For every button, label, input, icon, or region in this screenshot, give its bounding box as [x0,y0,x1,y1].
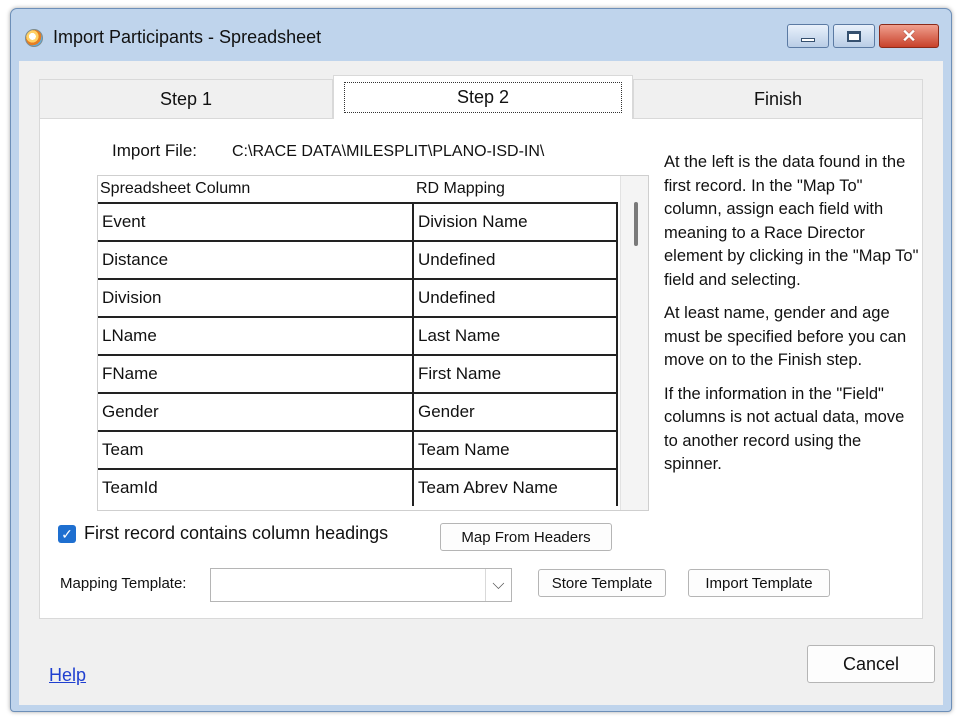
column-header-rd-mapping: RD Mapping [416,180,505,197]
rd-mapping-cell[interactable]: Undefined [412,242,618,278]
table-row[interactable]: LName Last Name [98,316,618,354]
column-header-spreadsheet-column: Spreadsheet Column [100,180,251,197]
step-2-panel: Import File: C:\RACE DATA\MILESPLIT\PLAN… [39,119,923,619]
step-tabs: Step 1 Step 2 Finish [39,75,923,119]
rd-mapping-cell[interactable]: Last Name [412,318,618,354]
close-button[interactable]: ✕ [879,24,939,48]
table-row[interactable]: TeamId Team Abrev Name [98,468,618,506]
dialog-client-area: Step 1 Step 2 Finish Import File: C:\RAC… [19,61,943,705]
minimize-icon [801,38,815,42]
instructions-paragraph-1: At the left is the data found in the fir… [664,153,919,289]
grid-header: Spreadsheet Column RD Mapping [98,176,618,202]
import-dialog-window: Import Participants - Spreadsheet ✕ Step… [10,8,952,712]
tab-finish-label: Finish [753,88,802,109]
rd-mapping-cell[interactable]: First Name [412,356,618,392]
chevron-down-icon[interactable]: ⌵ [485,569,511,601]
window-title: Import Participants - Spreadsheet [53,27,322,47]
spreadsheet-column-cell: FName [102,364,158,383]
tab-step-2[interactable]: Step 2 [333,75,633,119]
title-bar[interactable]: Import Participants - Spreadsheet ✕ [11,9,951,61]
spreadsheet-column-cell: Distance [102,250,169,269]
scrollbar-thumb[interactable] [634,202,638,246]
spreadsheet-column-cell: Division [102,288,162,307]
import-file-label: Import File: [112,141,198,160]
spreadsheet-column-cell: Gender [102,402,159,421]
mapping-template-label: Mapping Template: [60,575,187,592]
mapping-grid: Spreadsheet Column RD Mapping Event Divi… [97,175,649,511]
rd-mapping-cell[interactable]: Team Abrev Name [412,470,618,506]
cancel-button[interactable]: Cancel [807,645,935,683]
grid-rows: Event Division Name Distance Undefined D… [98,202,618,506]
instructions-text: At the left is the data found in the fir… [664,151,920,487]
table-row[interactable]: Distance Undefined [98,240,618,278]
spreadsheet-column-cell: TeamId [102,478,158,497]
spreadsheet-column-cell: Event [102,212,146,231]
instructions-paragraph-2: At least name, gender and age must be sp… [664,304,907,369]
table-row[interactable]: Team Team Name [98,430,618,468]
table-row[interactable]: FName First Name [98,354,618,392]
tab-step-2-label: Step 2 [343,82,623,113]
first-record-headings-checkbox[interactable]: ✓ [58,525,76,543]
map-from-headers-button[interactable]: Map From Headers [440,523,612,551]
rd-mapping-cell[interactable]: Undefined [412,280,618,316]
instructions-paragraph-3: If the information in the "Field" column… [664,384,905,474]
tab-step-1[interactable]: Step 1 [39,79,333,119]
import-file-path: C:\RACE DATA\MILESPLIT\PLANO-ISD-IN\ [232,143,545,160]
help-link[interactable]: Help [49,665,86,686]
store-template-button[interactable]: Store Template [538,569,666,597]
rd-mapping-cell[interactable]: Gender [412,394,618,430]
spreadsheet-column-cell: LName [102,326,157,345]
minimize-button[interactable] [787,24,829,48]
table-row[interactable]: Gender Gender [98,392,618,430]
maximize-icon [847,30,861,42]
table-row[interactable]: Event Division Name [98,202,618,240]
rd-mapping-cell[interactable]: Team Name [412,432,618,468]
rd-mapping-cell[interactable]: Division Name [412,204,618,240]
first-record-headings-label[interactable]: First record contains column headings [84,523,388,544]
race-director-icon [25,29,43,47]
maximize-button[interactable] [833,24,875,48]
mapping-template-combo[interactable]: ⌵ [210,568,512,602]
close-icon: ✕ [901,26,917,46]
spreadsheet-column-cell: Team [102,440,144,459]
tab-step-1-label: Step 1 [159,88,213,109]
tab-finish[interactable]: Finish [633,79,923,119]
import-template-button[interactable]: Import Template [688,569,830,597]
table-row[interactable]: Division Undefined [98,278,618,316]
grid-vertical-scrollbar[interactable] [620,176,648,510]
